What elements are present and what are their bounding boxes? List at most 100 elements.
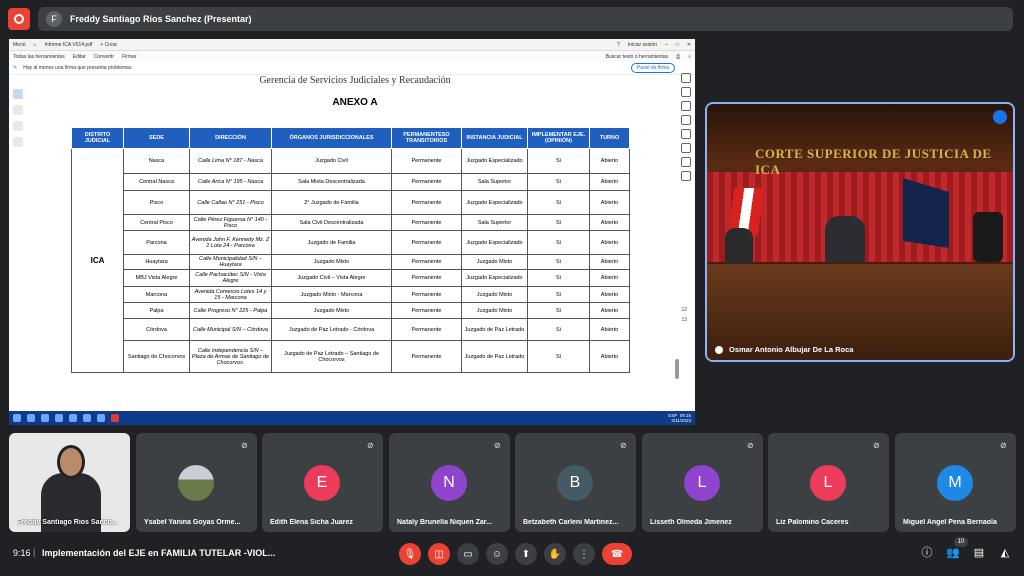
acrobat-icon[interactable]	[111, 414, 119, 422]
participant-tile[interactable]: ⊘ L Liz Palomino Caceres	[768, 433, 889, 532]
task-view-icon[interactable]	[41, 414, 49, 422]
active-speaker-tile[interactable]: CORTE SUPERIOR DE JUSTICIA DE ICA Osmar …	[705, 102, 1015, 362]
emoji-button[interactable]: ☺	[486, 543, 508, 565]
cell-direccion: Calle Pachacútec S/N - Vista Alegre	[189, 269, 272, 287]
cell-sede: Parcona	[123, 230, 190, 255]
cell-sede: Córdova	[123, 318, 190, 341]
zoom-tool-icon[interactable]	[13, 105, 23, 115]
cell-perm: Permanente	[391, 173, 462, 191]
presenter-label: Freddy Santiago Rios Sanchez (Presentar)	[70, 14, 252, 24]
participant-tile[interactable]: ⊘ B Betzabeth Carleni Martinez...	[515, 433, 636, 532]
pdf-page: Gerencia de Servicios Judiciales y Recau…	[71, 75, 639, 415]
windows-start-icon[interactable]	[13, 414, 21, 422]
captions-button[interactable]: ▭	[457, 543, 479, 565]
search-icon[interactable]: ⌕	[688, 54, 691, 60]
chat-icon[interactable]: ▤	[972, 546, 986, 560]
participant-tile[interactable]: ⊘ M Miguel Angel Pena Bernaola	[895, 433, 1016, 532]
pin-icon[interactable]	[715, 345, 723, 354]
help-icon[interactable]: ?	[617, 42, 620, 48]
raise-hand-button[interactable]: ✋	[544, 543, 566, 565]
table-header-row: DISTRITO JUDICIAL SEDE DIRECCIÓN ÓRGANOS…	[71, 127, 630, 149]
cell-organo: Juzgado de Paz Letrado - Córdova	[271, 318, 392, 341]
signature-panel-button[interactable]: Panel de firma	[630, 63, 675, 73]
cell-sede: Central Pisco	[123, 214, 190, 231]
select-tool-icon[interactable]	[13, 89, 23, 99]
minimize-icon[interactable]: –	[665, 42, 668, 48]
menu-convert[interactable]: Convertir	[94, 54, 114, 60]
cell-impl: Si	[527, 269, 590, 287]
cell-turno: Abierto	[589, 269, 630, 287]
cell-impl: Si	[527, 148, 590, 174]
participant-name: Edith Elena Sicha Juarez	[270, 519, 353, 526]
edit-icon[interactable]	[681, 87, 691, 97]
participant-tile[interactable]: ⊘ L Lisseth Olmeda Jimenez	[642, 433, 763, 532]
participant-count-badge: 10	[954, 537, 968, 547]
leave-call-button[interactable]: ☎	[602, 543, 632, 565]
print-icon[interactable]: ⎙	[676, 54, 680, 60]
menu-sign[interactable]: Firmar	[122, 54, 136, 60]
cell-instancia: Juzgado Especializado	[461, 190, 528, 215]
share-icon[interactable]	[681, 115, 691, 125]
signin-link[interactable]: Iniciar sesión	[628, 42, 657, 48]
acrobat-menu-tab[interactable]: Menú	[13, 42, 26, 48]
cell-impl: Si	[527, 286, 590, 303]
acrobat-create-tab[interactable]: + Crear	[100, 42, 117, 48]
acrobat-tab-bar: Menú ⌂ Informe ICA V014.pdf + Crear ? In…	[9, 39, 695, 51]
system-tray: ESP 09:15 3/11/2023	[668, 413, 691, 423]
participant-avatar: L	[810, 465, 846, 501]
maximize-icon[interactable]: □	[676, 42, 679, 48]
speaker-name: Osmar Antonio Albujar De La Roca	[729, 345, 854, 354]
cell-instancia: Juzgado Especializado	[461, 230, 528, 255]
cell-direccion: Calle Municipalidad S/N – Huaytara	[189, 254, 272, 270]
cell-impl: Si	[527, 173, 590, 191]
page-number[interactable]: 12	[681, 307, 687, 313]
info-icon[interactable]: ⓘ	[920, 546, 934, 560]
draw-tool-icon[interactable]	[13, 121, 23, 131]
scrollbar[interactable]	[675, 359, 679, 379]
chrome-icon[interactable]	[83, 414, 91, 422]
mic-off-icon: ⊘	[494, 441, 501, 450]
lasso-tool-icon[interactable]	[13, 137, 23, 147]
people-icon[interactable]: 👥	[946, 546, 960, 560]
explorer-icon[interactable]	[69, 414, 77, 422]
mic-off-icon: ⊘	[241, 441, 248, 450]
home-icon[interactable]: ⌂	[34, 42, 37, 48]
participant-tile[interactable]: ⊘ Ysabel Yanina Goyas Orme...	[136, 433, 257, 532]
table-row: Central Pisco Calle Pérez Figueroa N° 140…	[72, 214, 630, 231]
comment-icon[interactable]	[681, 73, 691, 83]
recording-icon[interactable]	[8, 8, 30, 30]
participant-tile[interactable]: ⊘ E Edith Elena Sicha Juarez	[262, 433, 383, 532]
mic-off-icon: ⊘	[747, 441, 754, 450]
participant-strip: Freddy Santiago Rios Sanch... ⊘ Ysabel Y…	[9, 433, 1016, 532]
menu-edit[interactable]: Editar	[73, 54, 86, 60]
table-row: Palpa Calle Progreso N° 225 - Palpa Juzgad…	[72, 302, 630, 319]
protect-icon[interactable]	[681, 171, 691, 181]
presenter-banner: F Freddy Santiago Rios Sanchez (Presenta…	[38, 7, 1013, 31]
search-tools-input[interactable]: Buscar texto o herramientas	[606, 54, 669, 60]
link-icon[interactable]	[681, 129, 691, 139]
app-icon[interactable]	[97, 414, 105, 422]
more-options-button[interactable]: ⋮	[573, 543, 595, 565]
acrobat-file-tab[interactable]: Informe ICA V014.pdf	[45, 42, 93, 48]
cell-direccion: Calle Callao N° 251 - Pisco	[189, 190, 272, 215]
menu-all-tools[interactable]: Todas las herramientas	[13, 54, 65, 60]
present-button[interactable]: ⬆	[515, 543, 537, 565]
table-row: Huaytara Calle Municipalidad S/N – Huayta…	[72, 254, 630, 270]
participant-tile[interactable]: ⊘ N Nataly Brunella Niquen Zar...	[389, 433, 510, 532]
export-icon[interactable]	[681, 101, 691, 111]
mic-off-button[interactable]: 🎙	[399, 543, 421, 565]
search-icon[interactable]	[27, 414, 35, 422]
participant-tile[interactable]: Freddy Santiago Rios Sanch...	[9, 433, 130, 532]
cell-sede: Central Nasca	[123, 173, 190, 191]
close-icon[interactable]: ✕	[687, 42, 691, 48]
top-bar: F Freddy Santiago Rios Sanchez (Presenta…	[0, 0, 1024, 38]
col-sede: SEDE	[123, 127, 190, 149]
compress-icon[interactable]	[681, 157, 691, 167]
page-number[interactable]: 13	[681, 317, 687, 323]
camera-off-button[interactable]: ◫	[428, 543, 450, 565]
edge-icon[interactable]	[55, 414, 63, 422]
scan-icon[interactable]	[681, 143, 691, 153]
activities-icon[interactable]: ◭	[998, 546, 1012, 560]
col-direccion: DIRECCIÓN	[189, 127, 272, 149]
signature-warning-bar: ✎ Hay al menos una firma que presenta pr…	[9, 62, 695, 75]
